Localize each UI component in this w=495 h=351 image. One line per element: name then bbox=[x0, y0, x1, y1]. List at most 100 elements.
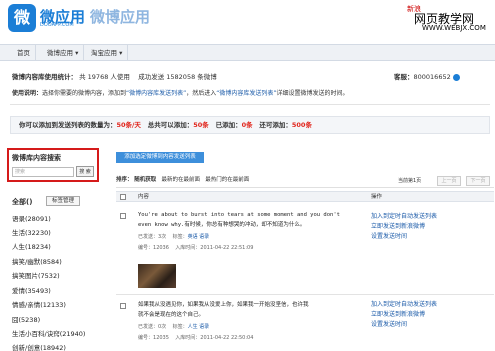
stats-line: 微博内容库使用统计： 共 19768 人使用 成功发送 1582058 条微博 bbox=[12, 71, 217, 81]
category-item[interactable]: 语录(28091) bbox=[12, 213, 51, 223]
add-to-auto-send-link[interactable]: 加入到定时自动发送列表 bbox=[371, 212, 437, 222]
instructions-label: 使用说明： bbox=[12, 90, 43, 97]
sort-hottest[interactable]: 最热门的在最前面 bbox=[205, 177, 249, 183]
category-item[interactable]: 囧(5238) bbox=[12, 314, 40, 324]
row-checkbox[interactable] bbox=[120, 303, 126, 309]
add-to-send-list-button[interactable]: 添加选定微博到内容发送列表 bbox=[116, 152, 204, 163]
sent-label: 已发送： bbox=[138, 234, 159, 240]
daily-quota-value: 50条/天 bbox=[116, 121, 141, 129]
instructions-text1: 选择你需要的微博内容，添加到 bbox=[42, 90, 127, 97]
watermark-line2: WWW.WEBJX.COM bbox=[422, 24, 486, 32]
send-now-link[interactable]: 立即发送到新浪微博 bbox=[371, 222, 425, 232]
sent-count: 1582058 bbox=[166, 73, 196, 81]
tags-label: 标签： bbox=[172, 234, 188, 240]
send-list-link[interactable]: “微博内容库发送列表” bbox=[126, 90, 186, 97]
chevron-down-icon: ▾ bbox=[119, 49, 123, 57]
instructions-line: 使用说明：选择你需要的微博内容，添加到“微博内容库发送列表”，然后进入“微博内容… bbox=[12, 88, 349, 97]
support-info: 客服：800016652 bbox=[394, 71, 460, 81]
post-text-line1: You're about to burst into tears at some… bbox=[138, 212, 340, 218]
add-to-auto-send-link[interactable]: 加入到定时自动发送列表 bbox=[371, 300, 437, 310]
nav-bar: 首页 微博应用 ▾ 淘宝应用 ▾ bbox=[0, 44, 495, 61]
time-value: 2011-04-22 22:50:04 bbox=[200, 335, 254, 341]
time-label: 入库时间： bbox=[175, 245, 201, 251]
row-checkbox[interactable] bbox=[120, 213, 126, 219]
divider bbox=[10, 104, 490, 105]
nav-weibo-app[interactable]: 微博应用 ▾ bbox=[42, 45, 85, 61]
post-text-line2: even know why.有时候，你总有种想哭的冲动，却不知道为什么。 bbox=[138, 222, 306, 228]
nav-weibo-app-label: 微博应用 bbox=[47, 49, 73, 57]
sort-random[interactable]: 随机获取 bbox=[134, 177, 156, 183]
qq-icon[interactable] bbox=[452, 73, 460, 81]
added-label: 已添加： bbox=[215, 121, 242, 129]
nav-taobao-app[interactable]: 淘宝应用 ▾ bbox=[86, 45, 129, 61]
users-prefix: 共 bbox=[79, 73, 86, 81]
send-now-link[interactable]: 立即发送到新浪微博 bbox=[371, 310, 425, 320]
select-all-checkbox[interactable] bbox=[120, 194, 126, 200]
logo-subtitle: DOOAPP.COM bbox=[40, 22, 74, 28]
total-quota-label: 总共可以添加： bbox=[147, 121, 194, 129]
actions-column-header: 操作 bbox=[371, 194, 383, 200]
id-value: 12035 bbox=[153, 335, 169, 341]
sent-value: 0次 bbox=[158, 324, 167, 330]
prev-page-button[interactable]: 上一页 bbox=[437, 176, 461, 186]
time-value: 2011-04-22 22:51:09 bbox=[200, 245, 254, 251]
logo-mark: 微 bbox=[8, 4, 36, 32]
category-item[interactable]: 搞笑图片(7532) bbox=[12, 270, 60, 280]
post-meta: 已发送：3次 标签：英语 语录 bbox=[138, 233, 209, 240]
table-header: 内容 操作 bbox=[116, 191, 494, 202]
chevron-down-icon: ▾ bbox=[75, 49, 79, 57]
set-send-time-link[interactable]: 设置发送时间 bbox=[371, 320, 407, 330]
set-send-time-link[interactable]: 设置发送时间 bbox=[371, 232, 407, 242]
search-input[interactable]: 搜索 bbox=[12, 167, 74, 177]
page-indicator: 当前第1页 bbox=[398, 178, 422, 184]
post-text-line1: 如果我从没遇见你，如果我从没爱上你，如果我一开始没坚信，也许我 bbox=[138, 302, 309, 308]
category-item[interactable]: 爱情(35493) bbox=[12, 285, 51, 295]
nav-taobao-app-label: 淘宝应用 bbox=[91, 49, 117, 57]
instructions-text2: ，然后进入 bbox=[186, 90, 217, 97]
time-label: 入库时间： bbox=[175, 335, 201, 341]
id-label: 编号： bbox=[138, 335, 154, 341]
tag-manage-button[interactable]: 标签管理 bbox=[46, 196, 80, 206]
sent-prefix: 成功发送 bbox=[138, 73, 165, 81]
category-item[interactable]: 生活(32230) bbox=[12, 227, 51, 237]
remaining-value: 500条 bbox=[291, 121, 312, 129]
sent-label: 已发送： bbox=[138, 324, 159, 330]
post-text-line2: 就不会是现在的这个自己。 bbox=[138, 312, 205, 318]
id-value: 12036 bbox=[153, 245, 169, 251]
sent-suffix: 条微博 bbox=[197, 73, 217, 81]
content-column-header: 内容 bbox=[138, 194, 150, 200]
all-tags-label[interactable]: 全部() bbox=[12, 197, 32, 207]
post-meta-2: 编号：12036 入库时间：2011-04-22 22:51:09 bbox=[138, 244, 253, 251]
post-tags[interactable]: 英语 语录 bbox=[188, 234, 210, 240]
sort-newest[interactable]: 最新的在最前面 bbox=[162, 177, 201, 183]
stats-label: 微博内容库使用统计： bbox=[12, 73, 77, 81]
support-qq: 800016652 bbox=[413, 73, 451, 81]
post-meta-2: 编号：12035 入库时间：2011-04-22 22:50:04 bbox=[138, 334, 253, 341]
category-item[interactable]: 生活小百科/诀窍(21940) bbox=[12, 328, 85, 338]
post-image[interactable] bbox=[138, 264, 176, 288]
users-suffix: 人使用 bbox=[110, 73, 130, 81]
added-value: 0条 bbox=[241, 121, 253, 129]
post-meta: 已发送：0次 标签：人生 语录 bbox=[138, 323, 209, 330]
quota-bar: 你可以添加到发送列表的数量为：50条/天 总共可以添加：50条 已添加：0条 还… bbox=[10, 116, 490, 134]
daily-quota-label: 你可以添加到发送列表的数量为： bbox=[19, 121, 117, 129]
tags-label: 标签： bbox=[172, 324, 188, 330]
nav-home[interactable]: 首页 bbox=[12, 45, 36, 61]
instructions-text3: 详细设置微博发送的时间。 bbox=[276, 90, 349, 97]
next-page-button[interactable]: 下一页 bbox=[466, 176, 490, 186]
category-item[interactable]: 人生(18234) bbox=[12, 241, 51, 251]
post-tags[interactable]: 人生 语录 bbox=[188, 324, 210, 330]
category-item[interactable]: 情感/亲情(12133) bbox=[12, 299, 66, 309]
send-list-link-2[interactable]: “微博内容库发送列表” bbox=[216, 90, 276, 97]
search-button[interactable]: 搜 索 bbox=[76, 166, 94, 177]
row-divider bbox=[116, 294, 494, 295]
category-item[interactable]: 创新/创意(18942) bbox=[12, 342, 66, 351]
product-name: 微博应用 bbox=[90, 8, 151, 26]
search-title: 微博库内容搜索 bbox=[12, 154, 61, 162]
support-label: 客服： bbox=[394, 73, 414, 81]
total-quota-value: 50条 bbox=[193, 121, 209, 129]
id-label: 编号： bbox=[138, 245, 154, 251]
sort-label: 排序： bbox=[116, 177, 133, 183]
category-item[interactable]: 搞笑/幽默(8584) bbox=[12, 256, 62, 266]
remaining-label: 还可添加： bbox=[259, 121, 292, 129]
